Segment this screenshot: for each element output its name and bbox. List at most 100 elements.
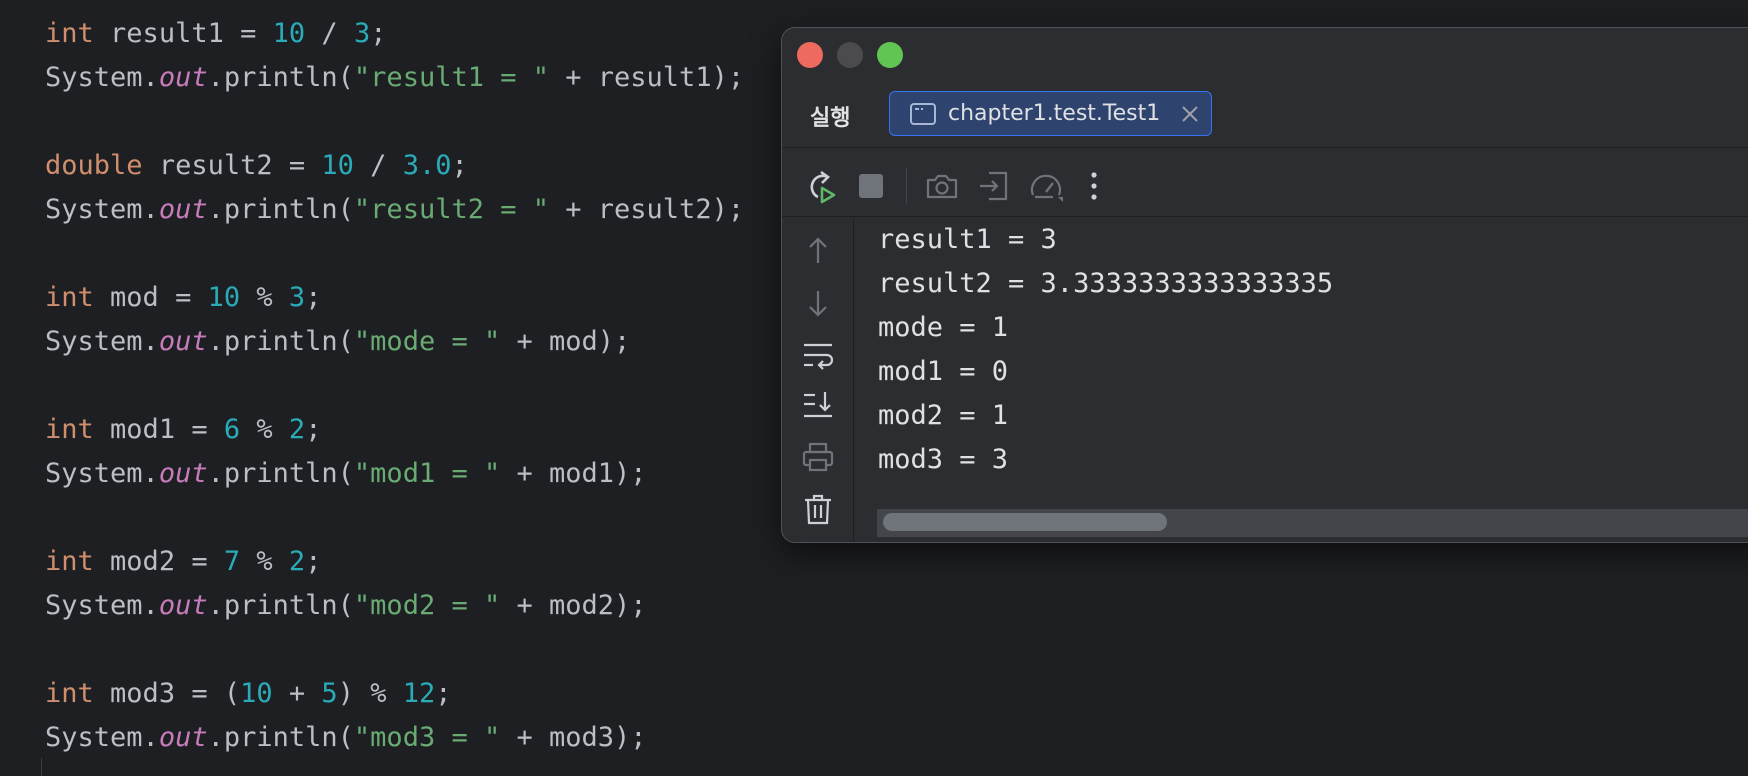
code-field: out xyxy=(158,722,208,753)
code-operator: % xyxy=(256,414,273,445)
console-output[interactable]: result1 = 3 result2 = 3.3333333333333335… xyxy=(878,218,1748,488)
code-number: 3 xyxy=(353,18,371,49)
code-number: 10 xyxy=(321,150,354,181)
code-class: System xyxy=(45,590,143,621)
code-operator: % xyxy=(256,546,273,577)
code-keyword: int xyxy=(45,678,94,709)
code-line: System.out.println("mod1 = " + mod1); xyxy=(45,458,647,489)
code-number: 12 xyxy=(402,678,436,709)
scrollbar-thumb[interactable] xyxy=(883,513,1167,531)
code-identifier: mod2 xyxy=(549,590,615,621)
trash-icon[interactable] xyxy=(799,490,837,528)
console-line: mod2 = 1 xyxy=(878,400,1009,431)
console-line: mod3 = 3 xyxy=(878,444,1009,475)
console-side-toolbar xyxy=(782,218,854,542)
code-operator: % xyxy=(370,678,387,709)
code-line: int mod = 10 % 3; xyxy=(45,282,322,313)
code-line: int mod2 = 7 % 2; xyxy=(45,546,322,577)
code-keyword: int xyxy=(45,18,94,49)
code-line: int mod1 = 6 % 2; xyxy=(45,414,322,445)
code-identifier: mod3 xyxy=(549,722,615,753)
rerun-icon[interactable] xyxy=(802,167,840,205)
code-identifier: mod1 xyxy=(549,458,615,489)
run-tab[interactable]: chapter1.test.Test1 xyxy=(889,91,1212,136)
code-line: System.out.println("mod2 = " + mod2); xyxy=(45,590,647,621)
console-line: result1 = 3 xyxy=(878,224,1057,255)
code-identifier: mod2 xyxy=(110,546,176,577)
code-method: println xyxy=(223,194,338,225)
code-identifier: result2 xyxy=(597,194,712,225)
stop-icon[interactable] xyxy=(852,167,890,205)
code-line: int result1 = 10 / 3; xyxy=(45,18,387,49)
print-icon[interactable] xyxy=(799,438,837,476)
window-maximize-button[interactable] xyxy=(877,42,903,68)
console-line: mod1 = 0 xyxy=(878,356,1009,387)
code-operator: % xyxy=(256,282,273,313)
code-field: out xyxy=(158,458,208,489)
code-line: System.out.println("mod3 = " + mod3); xyxy=(45,722,647,753)
code-number: 6 xyxy=(223,414,241,445)
soft-wrap-icon[interactable] xyxy=(799,336,837,374)
code-identifier: mod1 xyxy=(110,414,176,445)
run-tab-label: chapter1.test.Test1 xyxy=(948,101,1161,126)
code-operator: / xyxy=(321,18,338,49)
code-string: "mod1 = " xyxy=(353,458,501,489)
code-identifier: mod xyxy=(110,282,159,313)
arrow-up-icon[interactable] xyxy=(799,232,837,270)
code-class: System xyxy=(45,194,143,225)
code-field: out xyxy=(158,590,208,621)
horizontal-scrollbar[interactable] xyxy=(877,509,1748,537)
toolbar-separator xyxy=(906,168,907,204)
code-number: 3.0 xyxy=(402,150,452,181)
code-keyword: int xyxy=(45,546,94,577)
console-line: result2 = 3.3333333333333335 xyxy=(878,268,1334,299)
code-number: 7 xyxy=(223,546,241,577)
code-operator: + xyxy=(288,678,306,709)
code-class: System xyxy=(45,458,143,489)
code-keyword: int xyxy=(45,414,94,445)
code-string: "mode = " xyxy=(353,326,501,357)
run-tool-window: 실행 chapter1.test.Test1 result1 = 3 resul… xyxy=(781,27,1748,543)
code-line: System.out.println("result1 = " + result… xyxy=(45,62,745,93)
tool-window-title: 실행 xyxy=(810,106,851,131)
code-line: System.out.println("mode = " + mod); xyxy=(45,326,631,357)
camera-icon[interactable] xyxy=(923,167,961,205)
code-field: out xyxy=(158,326,208,357)
code-string: "mod3 = " xyxy=(353,722,501,753)
scroll-to-end-icon[interactable] xyxy=(799,386,837,424)
login-icon[interactable] xyxy=(975,167,1013,205)
console-line: mode = 1 xyxy=(878,312,1009,343)
code-number: 2 xyxy=(288,414,306,445)
code-number: 10 xyxy=(240,678,273,709)
code-number: 5 xyxy=(321,678,338,709)
code-field: out xyxy=(158,194,208,225)
code-method: println xyxy=(223,590,338,621)
code-class: System xyxy=(45,722,143,753)
code-class: System xyxy=(45,62,143,93)
more-vertical-icon[interactable] xyxy=(1075,167,1113,205)
arrow-down-icon[interactable] xyxy=(799,284,837,322)
code-identifier: mod xyxy=(549,326,598,357)
run-tab-bar: 실행 chapter1.test.Test1 xyxy=(782,91,1748,148)
code-string: "result1 = " xyxy=(353,62,549,93)
close-tab-icon[interactable] xyxy=(1181,105,1199,123)
window-close-button[interactable] xyxy=(797,42,823,68)
code-keyword: double xyxy=(45,150,143,181)
window-minimize-button[interactable] xyxy=(837,42,863,68)
code-field: out xyxy=(158,62,208,93)
code-string: "mod2 = " xyxy=(353,590,501,621)
code-method: println xyxy=(223,722,338,753)
code-number: 2 xyxy=(288,546,306,577)
code-method: println xyxy=(223,326,338,357)
code-string: "result2 = " xyxy=(353,194,549,225)
console-window-icon xyxy=(910,103,936,125)
code-line: System.out.println("result2 = " + result… xyxy=(45,194,745,225)
code-number: 10 xyxy=(272,18,306,49)
indent-guide xyxy=(41,758,42,776)
code-method: println xyxy=(223,62,338,93)
code-method: println xyxy=(223,458,338,489)
gauge-icon[interactable] xyxy=(1027,167,1065,205)
code-class: System xyxy=(45,326,143,357)
code-line: int mod3 = (10 + 5) % 12; xyxy=(45,678,452,709)
code-identifier: result2 xyxy=(158,150,273,181)
